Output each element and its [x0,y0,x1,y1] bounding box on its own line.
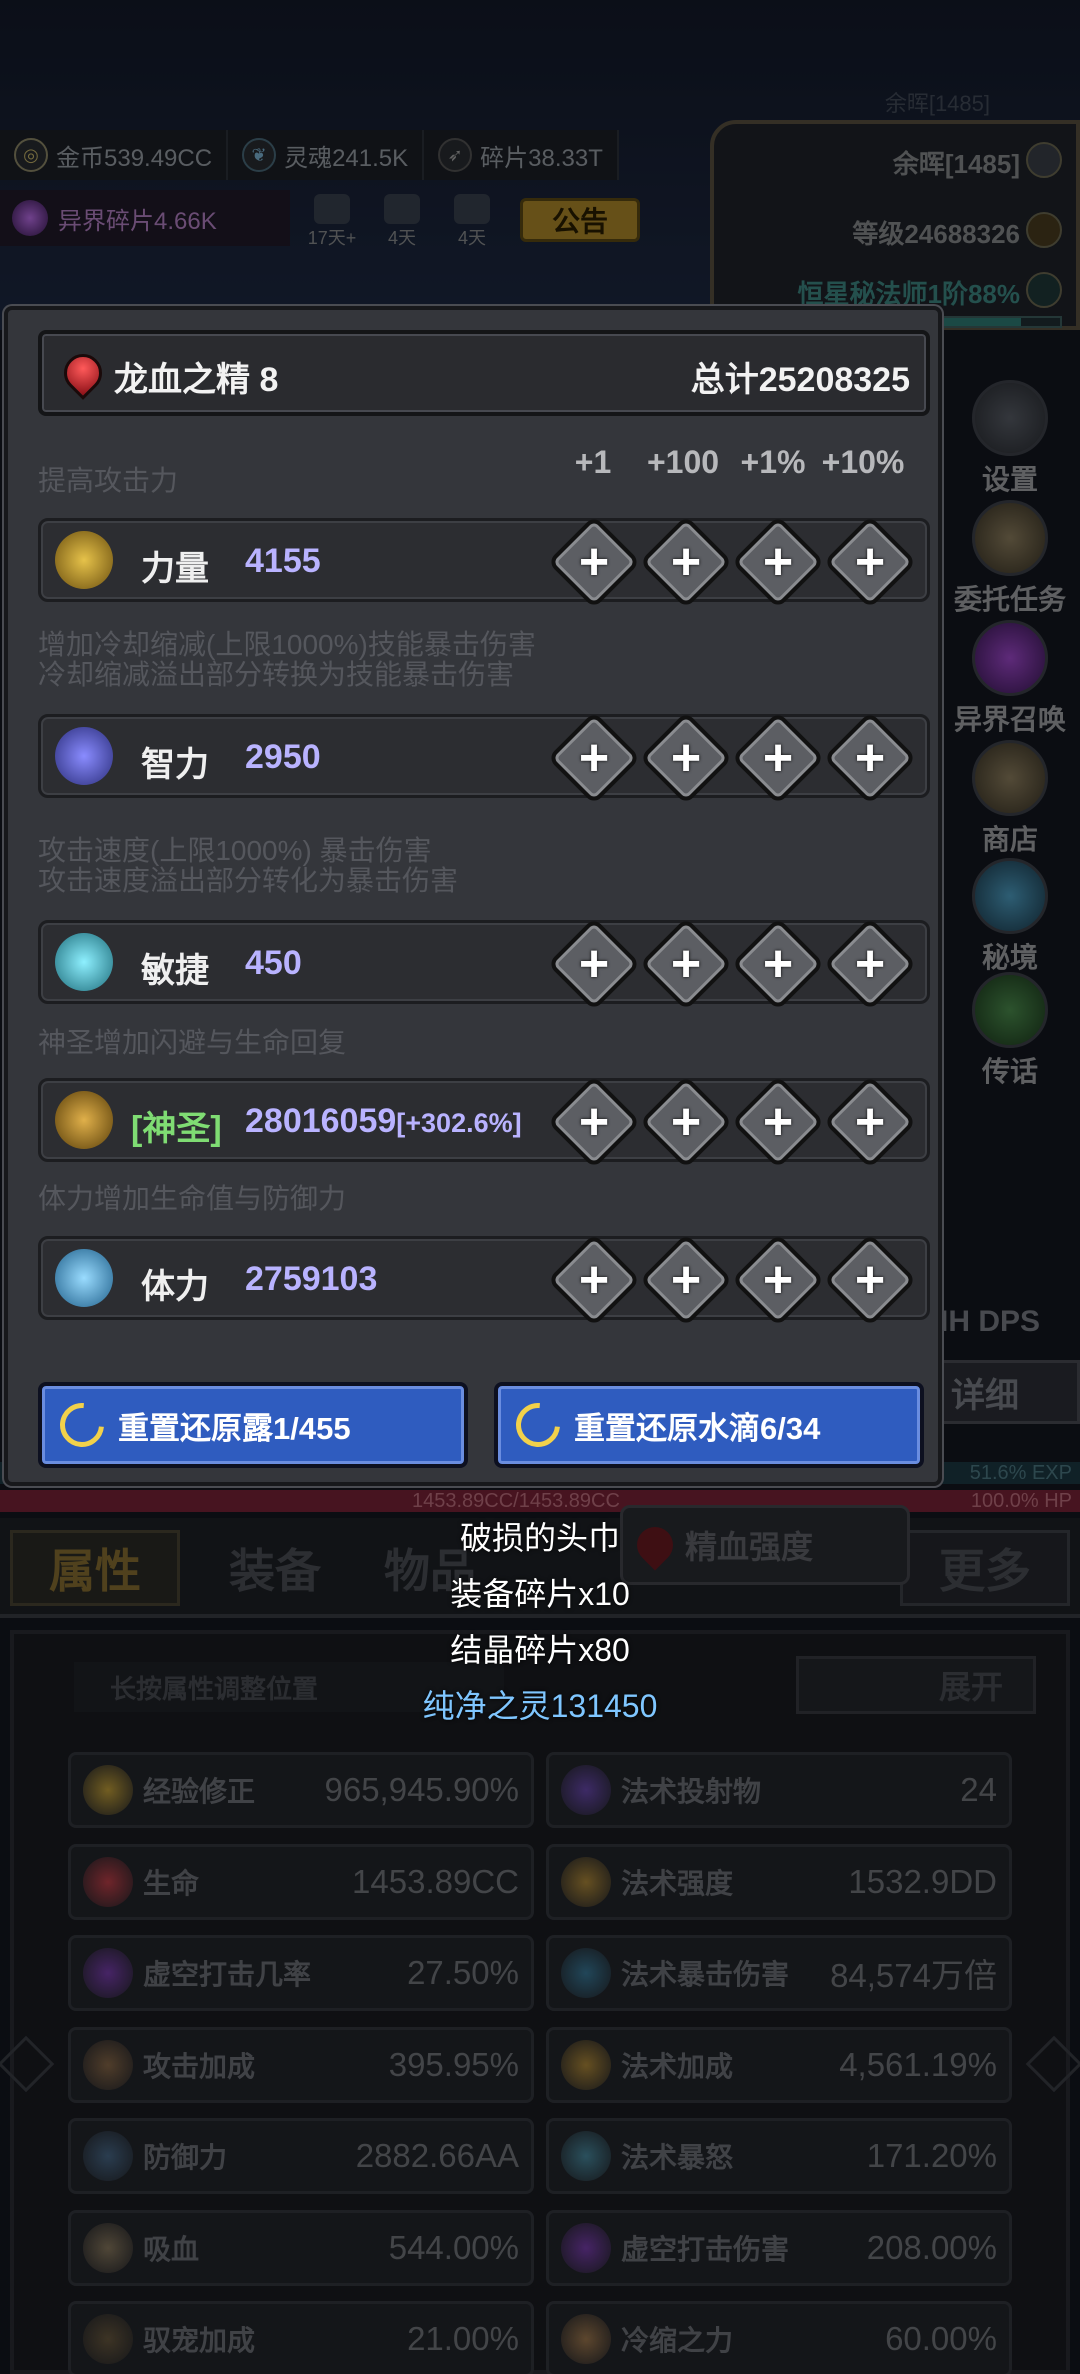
plus-icon: + [854,533,886,591]
increment-button-4[interactable]: + [823,917,917,1011]
popup-title: 龙血之精 8 [114,361,279,399]
column-label: +1% [740,444,806,480]
increment-button-4[interactable]: + [823,1075,917,1169]
increment-buttons: + + + + [547,711,921,805]
increment-button-3[interactable]: + [731,515,825,609]
plus-icon: + [578,533,610,591]
popup-total: 总计25208325 [690,361,910,399]
attr-name: [神圣] [131,1110,222,1148]
plus-icon: + [762,533,794,591]
increment-button-1[interactable]: + [547,1233,641,1327]
increment-button-3[interactable]: + [731,1075,825,1169]
holy-value: 28016059 [245,1102,397,1140]
increment-button-2[interactable]: + [639,1233,733,1327]
agility-description-2: 攻击速度溢出部分转化为暴击伤害 [38,865,459,896]
lightning-icon [55,1249,113,1307]
blood-drop-icon [56,346,110,400]
increment-button-4[interactable]: + [823,515,917,609]
plus-icon: + [854,1251,886,1309]
agility-row: 敏捷 450 + + + + [38,917,930,1011]
reward-item: 结晶碎片x80 [450,1632,630,1668]
plus-icon: + [578,1251,610,1309]
plus-icon: + [670,1093,702,1151]
attr-name: 力量 [141,550,209,588]
reward-item: 装备碎片x10 [450,1576,630,1612]
plus-icon: + [670,729,702,787]
intellect-row: 智力 2950 + + + + [38,711,930,805]
increment-button-4[interactable]: + [823,1233,917,1327]
increment-button-1[interactable]: + [547,515,641,609]
plus-icon: + [578,1093,610,1151]
increment-buttons: + + + + [547,1233,921,1327]
popup-header: 龙血之精 8 总计25208325 [38,330,930,416]
reset-drop-button[interactable]: 重置还原水滴6/34 [494,1382,924,1468]
plus-icon: + [670,935,702,993]
reward-popup: 破损的头巾 装备碎片x10 结晶碎片x80 纯净之灵131450 [300,1510,780,1734]
agility-description-1: 攻击速度(上限1000%) 暴击伤害 [38,835,432,866]
increment-button-1[interactable]: + [547,711,641,805]
increment-button-4[interactable]: + [823,711,917,805]
plus-icon: + [670,1251,702,1309]
attr-value: 4155 [245,542,321,580]
plus-icon: + [762,729,794,787]
plus-icon: + [762,1251,794,1309]
column-label: +1 [574,444,612,480]
attr-value: 450 [245,944,302,982]
attr-value: 28016059[+302.6%] [245,1102,522,1141]
increment-button-1[interactable]: + [547,1075,641,1169]
increment-buttons: + + + + [547,1075,921,1169]
increment-button-3[interactable]: + [731,917,825,1011]
increment-column-labels: +1 +100 +1% +10% [548,444,908,481]
undo-arrow-icon [51,1394,113,1456]
increment-button-1[interactable]: + [547,917,641,1011]
attr-value: 2950 [245,738,321,776]
plus-icon: + [578,935,610,993]
increment-button-2[interactable]: + [639,917,733,1011]
reset-drop-label: 重置还原水滴6/34 [574,1410,821,1446]
reward-item: 纯净之灵131450 [422,1688,658,1724]
holy-row: [神圣] 28016059[+302.6%] + + + + [38,1075,930,1169]
increment-button-3[interactable]: + [731,1233,825,1327]
attr-name: 体力 [141,1268,209,1306]
attr-name: 敏捷 [141,952,209,990]
attr-value: 2759103 [245,1260,378,1298]
plus-icon: + [670,533,702,591]
plus-icon: + [762,1093,794,1151]
vitality-description: 体力增加生命值与防御力 [38,1183,347,1214]
increment-button-2[interactable]: + [639,711,733,805]
trophy-icon [55,1091,113,1149]
vitality-row: 体力 2759103 + + + + [38,1233,930,1327]
plus-icon: + [854,935,886,993]
undo-arrow-icon [507,1394,569,1456]
reset-dew-label: 重置还原露1/455 [118,1410,351,1446]
intellect-description-1: 增加冷却缩减(上限1000%)技能暴击伤害 [38,629,536,660]
strength-description: 提高攻击力 [38,465,179,496]
reward-item: 破损的头巾 [459,1520,620,1556]
increment-button-2[interactable]: + [639,1075,733,1169]
planet-icon [55,727,113,785]
holy-bonus: [+302.6%] [396,1108,522,1138]
plus-icon: + [762,935,794,993]
plus-icon: + [854,729,886,787]
increment-buttons: + + + + [547,917,921,1011]
plus-icon: + [854,1093,886,1151]
muscle-icon [55,531,113,589]
increment-button-2[interactable]: + [639,515,733,609]
wing-icon [55,933,113,991]
strength-row: 力量 4155 + + + + [38,515,930,609]
reset-dew-button[interactable]: 重置还原露1/455 [38,1382,468,1468]
attribute-popup: 龙血之精 8 总计25208325 +1 +100 +1% +10% 提高攻击力… [4,306,942,1486]
increment-button-3[interactable]: + [731,711,825,805]
column-label: +100 [646,444,720,480]
plus-icon: + [578,729,610,787]
increment-buttons: + + + + [547,515,921,609]
intellect-description-2: 冷却缩减溢出部分转换为技能暴击伤害 [38,659,515,690]
holy-description: 神圣增加闪避与生命回复 [38,1027,347,1058]
column-label: +10% [821,444,905,480]
attr-name: 智力 [141,746,209,784]
